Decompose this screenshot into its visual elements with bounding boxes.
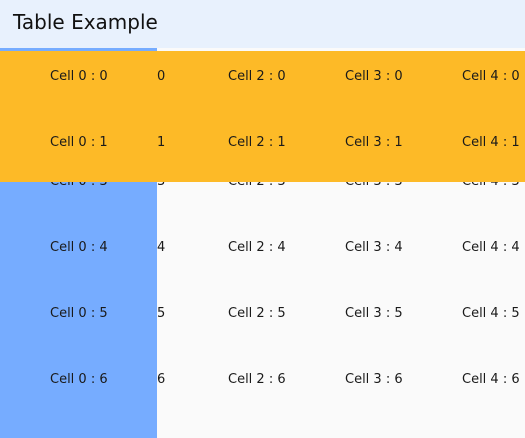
table-cell: 6 [157,372,166,387]
table-viewport[interactable]: Cell 0 : 3 3 Cell 2 : 3 Cell 3 : 3 Cell … [0,48,525,438]
frozen-cell: 0 [157,69,166,84]
table-cell: Cell 4 : 4 [462,240,520,255]
table-cell: 4 [157,240,166,255]
table-cell: Cell 0 : 5 [50,306,108,321]
table-cell: Cell 4 : 5 [462,306,520,321]
frozen-cell: Cell 4 : 0 [462,69,520,84]
frozen-cell: Cell 3 : 1 [345,135,403,150]
table-cell: Cell 3 : 6 [345,372,403,387]
frozen-cell: Cell 0 : 0 [50,69,108,84]
app-bar: Table Example [0,0,525,48]
table-cell: Cell 4 : 6 [462,372,520,387]
frozen-cell: Cell 4 : 1 [462,135,520,150]
page-title: Table Example [13,10,158,34]
frozen-cell: Cell 3 : 0 [345,69,403,84]
frozen-rows-band: Cell 0 : 0 0 Cell 2 : 0 Cell 3 : 0 Cell … [0,51,525,182]
table-cell: Cell 3 : 5 [345,306,403,321]
table-cell: 5 [157,306,166,321]
frozen-cell: Cell 0 : 1 [50,135,108,150]
table-cell: Cell 0 : 6 [50,372,108,387]
frozen-cell: Cell 2 : 1 [228,135,286,150]
table-cell: Cell 2 : 5 [228,306,286,321]
table-cell: Cell 2 : 4 [228,240,286,255]
frozen-cell: Cell 2 : 0 [228,69,286,84]
table-cell: Cell 2 : 6 [228,372,286,387]
table-cell: Cell 0 : 4 [50,240,108,255]
table-cell: Cell 3 : 4 [345,240,403,255]
frozen-cell: 1 [157,135,166,150]
